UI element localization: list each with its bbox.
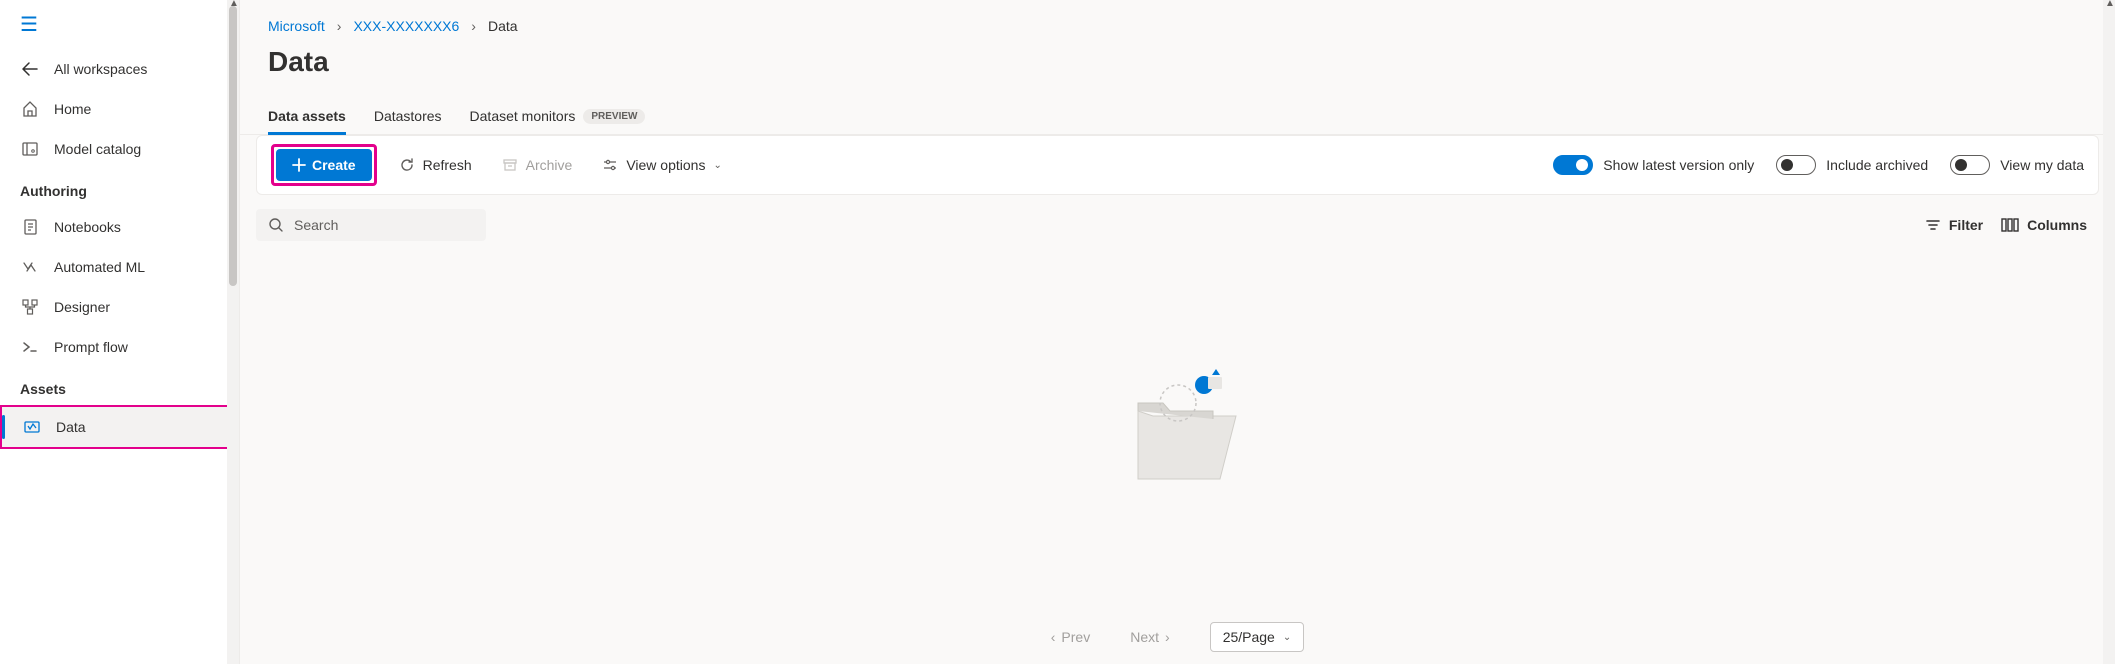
view-options-label: View options [626,157,705,173]
create-button[interactable]: Create [276,149,372,181]
search-input[interactable] [294,217,475,233]
sliders-icon [602,157,618,173]
sidebar-item-label: Data [56,419,86,435]
filter-label: Filter [1949,217,1983,233]
archive-icon [502,157,518,173]
scrollbar-thumb[interactable] [229,6,237,286]
chevron-down-icon: ⌄ [1283,632,1291,643]
menu-toggle[interactable]: ☰ [0,0,239,49]
refresh-icon [399,157,415,173]
columns-icon [2001,217,2019,233]
sidebar-item-label: Prompt flow [54,339,128,355]
prev-button[interactable]: ‹ Prev [1051,629,1090,645]
tab-label: Data assets [268,108,346,124]
page-title: Data [240,42,2115,98]
sidebar-item-label: Notebooks [54,219,121,235]
toggle-label: Show latest version only [1603,157,1754,173]
filter-button[interactable]: Filter [1925,217,1983,233]
toggle-include-archived: Include archived [1776,155,1928,175]
columns-label: Columns [2027,217,2087,233]
home-icon [20,99,40,119]
search-box[interactable] [256,209,486,241]
all-workspaces-button[interactable]: All workspaces [0,49,239,89]
sidebar-item-label: Home [54,101,91,117]
sidebar-item-model-catalog[interactable]: Model catalog [0,129,239,169]
plus-icon [292,158,306,172]
next-label: Next [1130,629,1159,645]
breadcrumb-link[interactable]: Microsoft [268,18,325,34]
toggle-view-my-data: View my data [1950,155,2084,175]
catalog-icon [20,139,40,159]
next-button[interactable]: Next › [1130,629,1169,645]
archive-button: Archive [494,151,581,179]
chevron-right-icon: › [1165,629,1170,645]
tab-label: Datastores [374,108,442,124]
data-icon [22,417,42,437]
filter-icon [1925,217,1941,233]
tab-datastores[interactable]: Datastores [374,98,442,134]
sidebar-item-label: Automated ML [54,259,145,275]
sidebar-item-home[interactable]: Home [0,89,239,129]
designer-icon [20,297,40,317]
breadcrumb: Microsoft › XXX-XXXXXXX6 › Data [240,0,2115,42]
sidebar-item-designer[interactable]: Designer [0,287,239,327]
breadcrumb-link[interactable]: XXX-XXXXXXX6 [353,18,459,34]
sidebar: ☰ All workspaces Home Model catalog Auth… [0,0,240,664]
toolbar: Create Refresh Archive View options [256,135,2099,195]
prompt-flow-icon [20,337,40,357]
sidebar-item-prompt-flow[interactable]: Prompt flow [0,327,239,367]
chevron-down-icon: ⌄ [713,160,721,171]
prev-label: Prev [1061,629,1090,645]
toggle-label: View my data [2000,157,2084,173]
empty-state [256,241,2099,610]
toggle-switch[interactable] [1553,155,1593,175]
notebook-icon [20,217,40,237]
chevron-left-icon: ‹ [1051,629,1056,645]
empty-folder-icon [1108,361,1248,501]
refresh-label: Refresh [423,157,472,173]
create-label: Create [312,157,356,173]
chevron-right-icon: › [337,18,342,34]
view-options-button[interactable]: View options ⌄ [594,151,730,179]
sidebar-section-assets: Assets [0,367,239,405]
scroll-up-arrow-icon: ▲ [2105,0,2115,9]
automl-icon [20,257,40,277]
sidebar-item-notebooks[interactable]: Notebooks [0,207,239,247]
page-size-select[interactable]: 25/Page ⌄ [1210,622,1305,652]
toggle-switch[interactable] [1950,155,1990,175]
toggle-switch[interactable] [1776,155,1816,175]
main-scrollbar[interactable]: ▲ [2103,0,2115,664]
sidebar-scrollbar[interactable]: ▲ [227,0,239,664]
search-icon [268,217,284,233]
toggle-latest-version: Show latest version only [1553,155,1754,175]
pagination: ‹ Prev Next › 25/Page ⌄ [256,610,2099,664]
hamburger-icon: ☰ [20,14,38,36]
tab-data-assets[interactable]: Data assets [268,98,346,134]
refresh-button[interactable]: Refresh [391,151,480,179]
sidebar-item-automl[interactable]: Automated ML [0,247,239,287]
chevron-right-icon: › [471,18,476,34]
sidebar-item-label: Model catalog [54,141,141,157]
sidebar-item-data[interactable]: Data [0,405,239,449]
create-highlight: Create [271,144,377,186]
sidebar-section-authoring: Authoring [0,169,239,207]
tabs: Data assets Datastores Dataset monitors … [240,98,2115,135]
arrow-left-icon [20,59,40,79]
main-content: Microsoft › XXX-XXXXXXX6 › Data Data Dat… [240,0,2115,664]
archive-label: Archive [526,157,573,173]
breadcrumb-current: Data [488,18,518,34]
tab-dataset-monitors[interactable]: Dataset monitors PREVIEW [470,98,646,134]
sidebar-item-label: Designer [54,299,110,315]
page-size-label: 25/Page [1223,629,1275,645]
toggle-label: Include archived [1826,157,1928,173]
preview-badge: PREVIEW [583,109,645,124]
columns-button[interactable]: Columns [2001,217,2087,233]
tab-label: Dataset monitors [470,108,576,124]
all-workspaces-label: All workspaces [54,61,147,77]
